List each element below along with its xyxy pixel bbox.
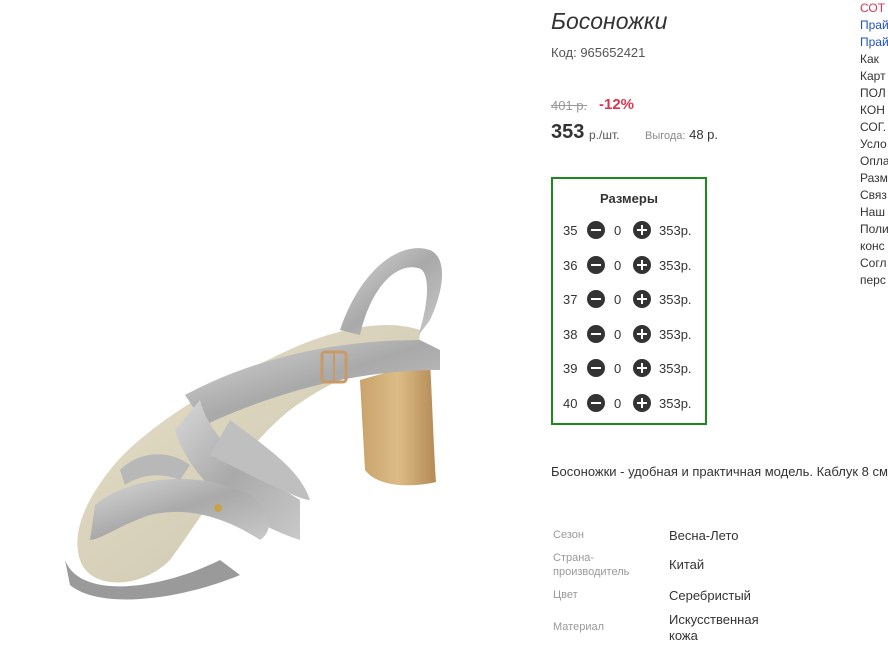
quantity-value: 0 bbox=[614, 396, 622, 411]
size-label: 36 bbox=[563, 258, 578, 273]
side-link[interactable]: Прай bbox=[860, 17, 888, 34]
attribute-value: Китай bbox=[669, 557, 705, 572]
product-description: Босоножки - удобная и практичная модель.… bbox=[551, 464, 888, 479]
attribute-value: Серебристый bbox=[669, 588, 751, 603]
minus-icon[interactable] bbox=[587, 325, 605, 343]
minus-icon[interactable] bbox=[587, 221, 605, 239]
size-price: 353р. bbox=[659, 327, 692, 342]
profit-label: Выгода: bbox=[645, 130, 686, 142]
minus-icon[interactable] bbox=[587, 359, 605, 377]
plus-icon[interactable] bbox=[633, 256, 651, 274]
side-link[interactable]: Связ bbox=[860, 187, 888, 204]
discount-badge: -12% bbox=[599, 96, 635, 113]
plus-icon[interactable] bbox=[633, 394, 651, 412]
attribute-label: Страна-производитель bbox=[553, 552, 630, 578]
minus-icon[interactable] bbox=[587, 256, 605, 274]
attribute-label: Цвет bbox=[553, 589, 578, 601]
size-price: 353р. bbox=[659, 361, 692, 376]
size-label: 38 bbox=[563, 327, 578, 342]
attribute-value: Весна-Лето bbox=[669, 528, 739, 543]
size-price: 353р. bbox=[659, 223, 692, 238]
size-price: 353р. bbox=[659, 292, 692, 307]
plus-icon[interactable] bbox=[633, 290, 651, 308]
product-title: Босоножки bbox=[551, 8, 668, 34]
side-link[interactable]: Разм bbox=[860, 170, 888, 187]
side-link[interactable]: Опла bbox=[860, 153, 888, 170]
quantity-value: 0 bbox=[614, 223, 622, 238]
plus-icon[interactable] bbox=[633, 325, 651, 343]
plus-icon[interactable] bbox=[633, 221, 651, 239]
size-label: 37 bbox=[563, 292, 578, 307]
side-link[interactable]: ПОЛ bbox=[860, 85, 888, 102]
sizes-title: Размеры bbox=[600, 191, 658, 206]
size-label: 40 bbox=[563, 396, 578, 411]
quantity-value: 0 bbox=[614, 258, 622, 273]
quantity-value: 0 bbox=[614, 292, 622, 307]
size-label: 35 bbox=[563, 223, 578, 238]
side-link[interactable]: Усло bbox=[860, 136, 888, 153]
side-link[interactable]: СОТ bbox=[860, 0, 888, 17]
attribute-label: Сезон bbox=[553, 529, 584, 541]
profit-value: 48 р. bbox=[689, 127, 719, 142]
side-link[interactable]: КОН bbox=[860, 102, 888, 119]
current-price: 353 bbox=[551, 121, 585, 143]
product-image[interactable] bbox=[0, 0, 540, 659]
sandal-image bbox=[65, 248, 443, 600]
old-price: 401 р. bbox=[551, 98, 588, 113]
quantity-value: 0 bbox=[614, 327, 622, 342]
side-link[interactable]: Прай bbox=[860, 34, 888, 51]
minus-icon[interactable] bbox=[587, 394, 605, 412]
attribute-value: Искусственная кожа bbox=[669, 612, 759, 643]
side-link[interactable]: конс bbox=[860, 238, 888, 255]
side-links: СОТ Прай Прай Как Карт ПОЛ КОН СОГ. Усло… bbox=[860, 0, 888, 289]
side-link[interactable]: перс bbox=[860, 272, 888, 289]
minus-icon[interactable] bbox=[587, 290, 605, 308]
product-code: Код: 965652421 bbox=[551, 45, 646, 60]
side-link[interactable]: Согл bbox=[860, 255, 888, 272]
profit: Выгода: 48 р. bbox=[645, 127, 718, 142]
size-price: 353р. bbox=[659, 258, 692, 273]
side-link[interactable]: Как bbox=[860, 51, 888, 68]
side-link[interactable]: СОГ. bbox=[860, 119, 888, 136]
size-price: 353р. bbox=[659, 396, 692, 411]
attribute-label: Материал bbox=[553, 621, 604, 633]
side-link[interactable]: Поли bbox=[860, 221, 888, 238]
side-link[interactable]: Наш bbox=[860, 204, 888, 221]
quantity-value: 0 bbox=[614, 361, 622, 376]
size-label: 39 bbox=[563, 361, 578, 376]
sizes-panel: Размеры 35 0 353р. 36 0 353р. 37 0 353р.… bbox=[551, 177, 707, 425]
price-unit: р./шт. bbox=[589, 128, 620, 142]
plus-icon[interactable] bbox=[633, 359, 651, 377]
side-link[interactable]: Карт bbox=[860, 68, 888, 85]
